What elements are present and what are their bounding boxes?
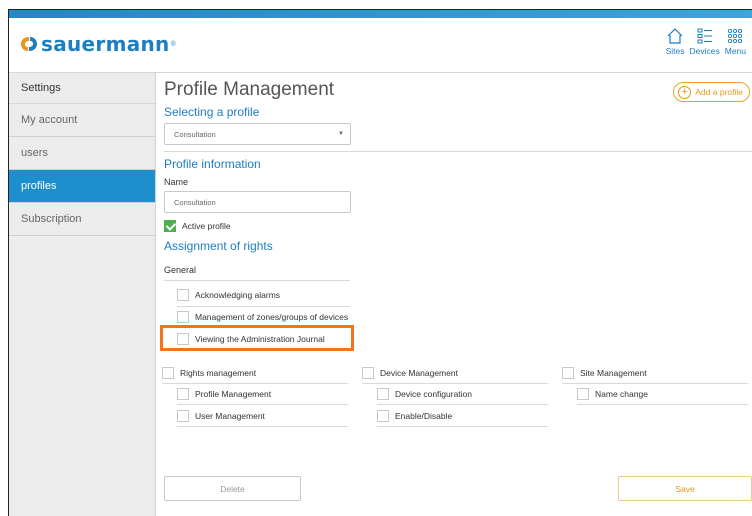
nav-sites-label: Sites (665, 46, 685, 56)
rights-management-checkbox[interactable] (162, 367, 174, 379)
right-enable-disable: Enable/Disable (377, 410, 452, 422)
sauermann-logo-icon (21, 37, 37, 51)
plus-circle-icon: + (678, 85, 692, 99)
app-window: sauermann ® Sites Devices Menu Settings … (0, 0, 752, 516)
selecting-profile-title: Selecting a profile (164, 105, 260, 119)
rights-management-label: Rights management (180, 368, 257, 378)
app-header: sauermann ® Sites Devices Menu (9, 18, 752, 73)
general-divider (164, 280, 350, 281)
nav-menu[interactable]: Menu (725, 27, 746, 56)
name-change-label: Name change (595, 389, 648, 399)
active-profile-checkbox[interactable] (164, 220, 176, 232)
row-divider (177, 426, 348, 427)
device-configuration-checkbox[interactable] (377, 388, 389, 400)
device-configuration-label: Device configuration (395, 389, 473, 399)
enable-disable-checkbox[interactable] (377, 410, 389, 422)
right-acknowledging-alarms: Acknowledging alarms (177, 289, 280, 301)
top-accent-bar (9, 10, 752, 18)
name-field-value: Consultation (174, 197, 216, 207)
row-divider (377, 404, 548, 405)
name-field[interactable]: Consultation (164, 191, 351, 213)
right-profile-management: Profile Management (177, 388, 271, 400)
delete-button[interactable]: Delete (164, 476, 301, 501)
general-label: General (164, 265, 197, 275)
nav-sites[interactable]: Sites (666, 27, 685, 56)
active-profile-row: Active profile (164, 220, 231, 232)
assignment-of-rights-title: Assignment of rights (164, 239, 273, 253)
logo-registered-mark: ® (170, 40, 176, 48)
list-icon (697, 28, 712, 44)
management-zones-label: Management of zones/groups of devices (195, 312, 349, 322)
sidebar-item-users[interactable]: users (9, 137, 155, 170)
page-title: Profile Management (164, 79, 335, 100)
section-divider (164, 151, 752, 152)
management-zones-checkbox[interactable] (177, 311, 189, 323)
sidebar-item-my-account[interactable]: My account (9, 104, 155, 137)
profile-select-value: Consultation (174, 129, 216, 139)
main-content: Profile Management + Add a profile Selec… (160, 73, 752, 516)
add-profile-label: Add a profile (695, 87, 743, 97)
row-divider (177, 306, 350, 307)
row-divider (562, 383, 748, 384)
device-management-label: Device Management (380, 368, 458, 378)
right-management-zones: Management of zones/groups of devices (177, 311, 348, 323)
sauermann-logo[interactable]: sauermann ® (19, 32, 176, 56)
sidebar-item-subscription[interactable]: Subscription (9, 203, 155, 236)
user-management-label: User Management (195, 411, 265, 421)
save-button[interactable]: Save (618, 476, 752, 501)
active-profile-label: Active profile (182, 221, 231, 231)
right-user-management: User Management (177, 410, 265, 422)
row-divider (162, 383, 348, 384)
home-icon (667, 28, 683, 44)
profile-management-checkbox[interactable] (177, 388, 189, 400)
right-name-change: Name change (577, 388, 648, 400)
sidebar-item-profiles[interactable]: profiles (9, 170, 155, 203)
user-management-checkbox[interactable] (177, 410, 189, 422)
settings-sidebar: Settings My account users profiles Subsc… (9, 73, 156, 516)
site-management-checkbox[interactable] (562, 367, 574, 379)
top-nav: Sites Devices Menu (666, 27, 746, 56)
profile-management-label: Profile Management (195, 389, 272, 399)
logo-wordmark: sauermann (41, 32, 170, 56)
row-divider (577, 404, 748, 405)
profile-select[interactable]: Consultation ▼ (164, 123, 351, 145)
row-divider (362, 383, 548, 384)
grid-menu-icon (728, 28, 743, 44)
device-management-group: Device Management (362, 367, 458, 379)
name-change-checkbox[interactable] (577, 388, 589, 400)
rights-management-group: Rights management (162, 367, 256, 379)
enable-disable-label: Enable/Disable (395, 411, 453, 421)
highlight-box (160, 325, 354, 351)
name-label: Name (164, 177, 189, 187)
profile-information-title: Profile information (164, 157, 261, 171)
row-divider (377, 426, 548, 427)
device-management-checkbox[interactable] (362, 367, 374, 379)
add-profile-button[interactable]: + Add a profile (673, 82, 750, 102)
row-divider (177, 404, 348, 405)
nav-devices[interactable]: Devices (690, 27, 720, 56)
sidebar-title: Settings (9, 73, 155, 104)
right-device-configuration: Device configuration (377, 388, 472, 400)
site-management-group: Site Management (562, 367, 647, 379)
nav-devices-label: Devices (689, 46, 720, 56)
acknowledging-alarms-label: Acknowledging alarms (195, 290, 281, 300)
site-management-label: Site Management (580, 368, 647, 378)
nav-menu-label: Menu (724, 46, 746, 56)
acknowledging-alarms-checkbox[interactable] (177, 289, 189, 301)
caret-down-icon: ▼ (338, 131, 344, 137)
